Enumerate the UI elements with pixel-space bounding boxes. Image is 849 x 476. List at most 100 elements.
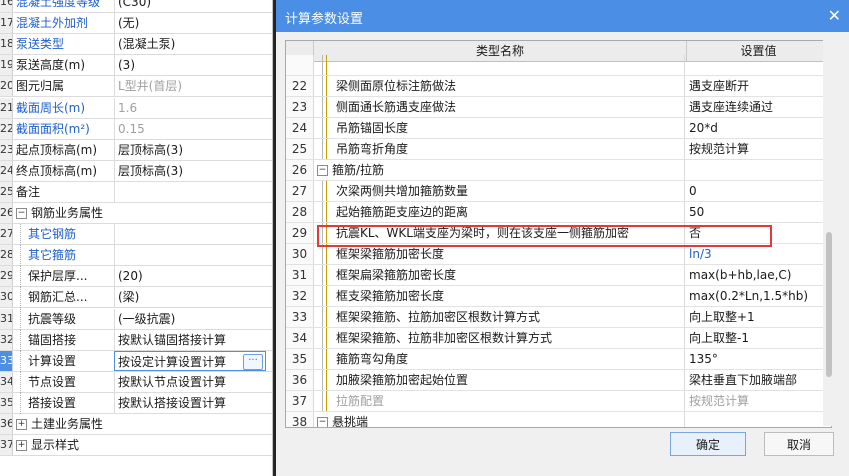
settings-group-row[interactable]: 38− 悬挑端: [286, 412, 831, 427]
property-row[interactable]: 20 图元归属 L型井(首层): [0, 76, 272, 98]
collapse-icon[interactable]: −: [317, 165, 328, 176]
property-row[interactable]: 33 计算设置 按设定计算设置计算 ···: [0, 350, 272, 372]
collapse-icon[interactable]: −: [317, 417, 328, 427]
settings-group-row[interactable]: 26− 箍筋/拉筋: [286, 160, 831, 181]
property-value[interactable]: L型井(首层): [114, 76, 266, 97]
settings-row[interactable]: 32 框支梁箍筋加密长度 max(0.2*Ln,1.5*hb): [286, 286, 831, 307]
property-value[interactable]: (20): [114, 266, 266, 287]
property-row[interactable]: 31 抗震等级 (一级抗震): [0, 308, 272, 330]
setting-value[interactable]: 按规范计算: [686, 139, 831, 159]
property-row[interactable]: 25 备注: [0, 181, 272, 203]
group-row[interactable]: 26− 钢筋业务属性: [0, 203, 272, 224]
settings-row[interactable]: 30 框架梁箍筋加密长度 ln/3: [286, 244, 831, 265]
property-row[interactable]: 29 保护层厚... (20): [0, 266, 272, 288]
settings-row[interactable]: [286, 55, 831, 76]
row-number: 24: [286, 118, 314, 138]
property-value[interactable]: (无): [114, 13, 266, 34]
setting-value[interactable]: 向上取整+1: [686, 307, 831, 327]
setting-value[interactable]: ln/3: [686, 244, 831, 264]
group-row[interactable]: 36 + 土建业务属性: [0, 414, 272, 435]
property-value[interactable]: 按默认节点设置计算: [114, 371, 266, 392]
collapse-icon[interactable]: −: [16, 208, 27, 219]
property-value[interactable]: (梁): [114, 287, 266, 308]
settings-row[interactable]: 33 框架梁箍筋、拉筋加密区根数计算方式 向上取整+1: [286, 307, 831, 328]
property-row[interactable]: 22 截面面积(m²) 0.15: [0, 118, 272, 140]
property-value[interactable]: (3): [114, 55, 266, 76]
property-row[interactable]: 32 锚固搭接 按默认锚固搭接计算: [0, 329, 272, 351]
setting-value[interactable]: 135°: [686, 349, 831, 369]
setting-value[interactable]: 按规范计算: [686, 391, 831, 411]
settings-row[interactable]: 36 加腋梁箍筋加密起始位置 梁柱垂直下加腋端部: [286, 370, 831, 391]
settings-row[interactable]: 35 箍筋弯勾角度 135°: [286, 349, 831, 370]
property-value[interactable]: [114, 245, 266, 266]
property-value[interactable]: 0.15: [114, 118, 266, 139]
vertical-scrollbar[interactable]: [823, 40, 835, 426]
property-value[interactable]: [114, 181, 266, 202]
property-row[interactable]: 23 起点顶标高(m) 层顶标高(3): [0, 139, 272, 161]
settings-row[interactable]: 31 框架扁梁箍筋加密长度 max(b+hb,lae,C): [286, 265, 831, 286]
property-value-text: 按默认搭接设置计算: [118, 395, 227, 410]
row-number: 28: [0, 245, 13, 266]
row-number: 30: [286, 244, 314, 264]
property-row[interactable]: 24 终点顶标高(m) 层顶标高(3): [0, 160, 272, 182]
setting-value[interactable]: max(b+hb,lae,C): [686, 265, 831, 285]
settings-row[interactable]: 37 拉筋配置 按规范计算: [286, 391, 831, 412]
setting-value[interactable]: 向上取整-1: [686, 328, 831, 348]
property-value[interactable]: 1.6: [114, 97, 266, 118]
property-value[interactable]: (C30): [114, 0, 266, 12]
setting-value[interactable]: 50: [686, 202, 831, 222]
row-number: 30: [0, 287, 13, 308]
setting-value[interactable]: 遇支座断开: [686, 76, 831, 96]
property-row[interactable]: 27 其它钢筋: [0, 224, 272, 246]
tree-line: [20, 392, 22, 414]
property-row[interactable]: 28 其它箍筋: [0, 245, 272, 267]
property-value[interactable]: 层顶标高(3): [114, 160, 266, 181]
expand-icon[interactable]: +: [16, 419, 27, 430]
setting-name: 框架梁箍筋、拉筋非加密区根数计算方式: [336, 331, 553, 345]
property-value-text: 层顶标高(3): [118, 142, 183, 157]
property-row[interactable]: 35 搭接设置 按默认搭接设置计算: [0, 392, 272, 414]
group-row[interactable]: 37 + 显示样式: [0, 435, 272, 457]
ellipsis-button[interactable]: ···: [243, 353, 263, 370]
setting-value[interactable]: max(0.2*Ln,1.5*hb): [686, 286, 831, 306]
setting-value[interactable]: 20*d: [686, 118, 831, 138]
row-number: 29: [286, 223, 314, 243]
property-value[interactable]: 按默认搭接设置计算: [114, 392, 266, 413]
property-value[interactable]: (混凝土泵): [114, 34, 266, 55]
property-row[interactable]: 34 节点设置 按默认节点设置计算: [0, 371, 272, 393]
row-number: 21: [0, 97, 13, 118]
scrollbar-thumb[interactable]: [826, 232, 832, 377]
property-row[interactable]: 18 泵送类型 (混凝土泵): [0, 34, 272, 56]
settings-row[interactable]: 25 吊筋弯折角度 按规范计算: [286, 139, 831, 160]
expand-icon[interactable]: +: [16, 440, 27, 452]
property-row[interactable]: 16 混凝土强度等级 (C30): [0, 0, 272, 13]
close-icon[interactable]: ✕: [828, 6, 841, 25]
setting-value[interactable]: [686, 160, 831, 180]
setting-value[interactable]: 遇支座连续通过: [686, 97, 831, 117]
settings-row[interactable]: 24 吊筋锚固长度 20*d: [286, 118, 831, 139]
property-row[interactable]: 19 泵送高度(m) (3): [0, 55, 272, 77]
property-name: 备注: [16, 184, 41, 199]
property-row[interactable]: 17 混凝土外加剂 (无): [0, 13, 272, 35]
tree-line: [326, 55, 328, 75]
property-value[interactable]: [114, 224, 266, 245]
settings-row[interactable]: 23 侧面通长筋遇支座做法 遇支座连续通过: [286, 97, 831, 118]
property-value[interactable]: (一级抗震): [114, 308, 266, 329]
property-value[interactable]: 按默认锚固搭接计算: [114, 329, 266, 350]
settings-row[interactable]: 28 起始箍筋距支座边的距离 50: [286, 202, 831, 223]
property-name: 其它箍筋: [28, 248, 77, 263]
setting-value[interactable]: 梁柱垂直下加腋端部: [686, 370, 831, 390]
setting-value[interactable]: [686, 55, 831, 75]
ok-button[interactable]: 确定: [670, 432, 746, 456]
cancel-button[interactable]: 取消: [764, 432, 834, 456]
setting-value[interactable]: [686, 412, 831, 427]
settings-row[interactable]: 34 框架梁箍筋、拉筋非加密区根数计算方式 向上取整-1: [286, 328, 831, 349]
property-value[interactable]: 按设定计算设置计算 ···: [114, 350, 266, 371]
property-value[interactable]: 层顶标高(3): [114, 139, 266, 160]
property-row[interactable]: 21 截面周长(m) 1.6: [0, 97, 272, 119]
property-row[interactable]: 30 钢筋汇总... (梁): [0, 287, 272, 309]
setting-value[interactable]: 0: [686, 181, 831, 201]
settings-row[interactable]: 22 梁侧面原位标注筋做法 遇支座断开: [286, 76, 831, 97]
property-name: 截面周长(m): [16, 100, 86, 115]
settings-row[interactable]: 27 次梁两侧共增加箍筋数量 0: [286, 181, 831, 202]
